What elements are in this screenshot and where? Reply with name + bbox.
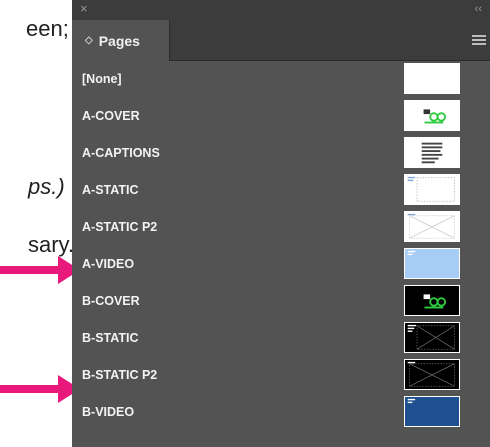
pages-panel: × ‹‹ ◇ Pages [None] A-COVER A-CAPTIONS A… xyxy=(72,0,490,447)
page-row-b-static[interactable]: B-STATIC xyxy=(72,320,490,356)
page-thumbnail[interactable] xyxy=(404,137,460,168)
panel-titlebar: × ‹‹ xyxy=(72,0,490,21)
page-label: B-COVER xyxy=(82,294,140,308)
background-text-2: ps.) xyxy=(28,174,65,199)
page-row-b-cover[interactable]: B-COVER xyxy=(72,283,490,319)
x-frame-thumb-icon xyxy=(407,324,455,350)
x-frame-thumb-icon xyxy=(407,361,455,387)
page-label: [None] xyxy=(82,72,122,86)
tab-pages[interactable]: ◇ Pages xyxy=(72,20,170,61)
pointer-arrow-icon xyxy=(0,256,80,284)
chevron-icon: ◇ xyxy=(85,35,93,46)
x-frame-thumb-icon xyxy=(407,213,455,239)
page-thumbnail[interactable] xyxy=(404,211,460,242)
close-icon[interactable]: × xyxy=(80,2,92,15)
page-thumbnail[interactable] xyxy=(404,100,460,131)
dotted-frame-thumb-icon xyxy=(407,176,455,202)
logo-thumb-icon xyxy=(423,109,447,124)
video-thumb-icon xyxy=(407,398,416,404)
page-thumbnail[interactable] xyxy=(404,285,460,316)
collapse-icon[interactable]: ‹‹ xyxy=(475,3,482,15)
text-lines-thumb-icon xyxy=(421,142,443,164)
hamburger-menu-icon[interactable] xyxy=(472,35,486,47)
page-label: B-VIDEO xyxy=(82,405,135,419)
page-thumbnail[interactable] xyxy=(404,359,460,390)
pointer-arrow-icon xyxy=(0,375,80,403)
panel-tabbar: ◇ Pages xyxy=(72,20,490,61)
page-row-b-video[interactable]: B-VIDEO xyxy=(72,394,490,430)
page-label: A-COVER xyxy=(82,109,140,123)
page-row-a-static[interactable]: A-STATIC xyxy=(72,172,490,208)
page-row-a-cover[interactable]: A-COVER xyxy=(72,98,490,134)
page-row-a-captions[interactable]: A-CAPTIONS xyxy=(72,135,490,171)
page-row-b-static-p2[interactable]: B-STATIC P2 xyxy=(72,357,490,393)
background-text-1: een; xyxy=(26,16,69,41)
page-thumbnail[interactable] xyxy=(404,174,460,205)
logo-thumb-icon xyxy=(423,294,447,309)
page-label: A-VIDEO xyxy=(82,257,135,271)
page-label: B-STATIC P2 xyxy=(82,368,158,382)
page-label: A-STATIC P2 xyxy=(82,220,158,234)
page-label: A-STATIC xyxy=(82,183,139,197)
video-thumb-icon xyxy=(407,250,416,256)
page-row-a-video[interactable]: A-VIDEO xyxy=(72,246,490,282)
page-row-a-static-p2[interactable]: A-STATIC P2 xyxy=(72,209,490,245)
page-row-none[interactable]: [None] xyxy=(72,61,490,97)
page-thumbnail[interactable] xyxy=(404,248,460,279)
page-thumbnail[interactable] xyxy=(404,322,460,353)
page-label: A-CAPTIONS xyxy=(82,146,160,160)
page-label: B-STATIC xyxy=(82,331,139,345)
page-thumbnail[interactable] xyxy=(404,396,460,427)
tab-label: Pages xyxy=(98,32,140,49)
page-thumbnail[interactable] xyxy=(404,63,460,94)
